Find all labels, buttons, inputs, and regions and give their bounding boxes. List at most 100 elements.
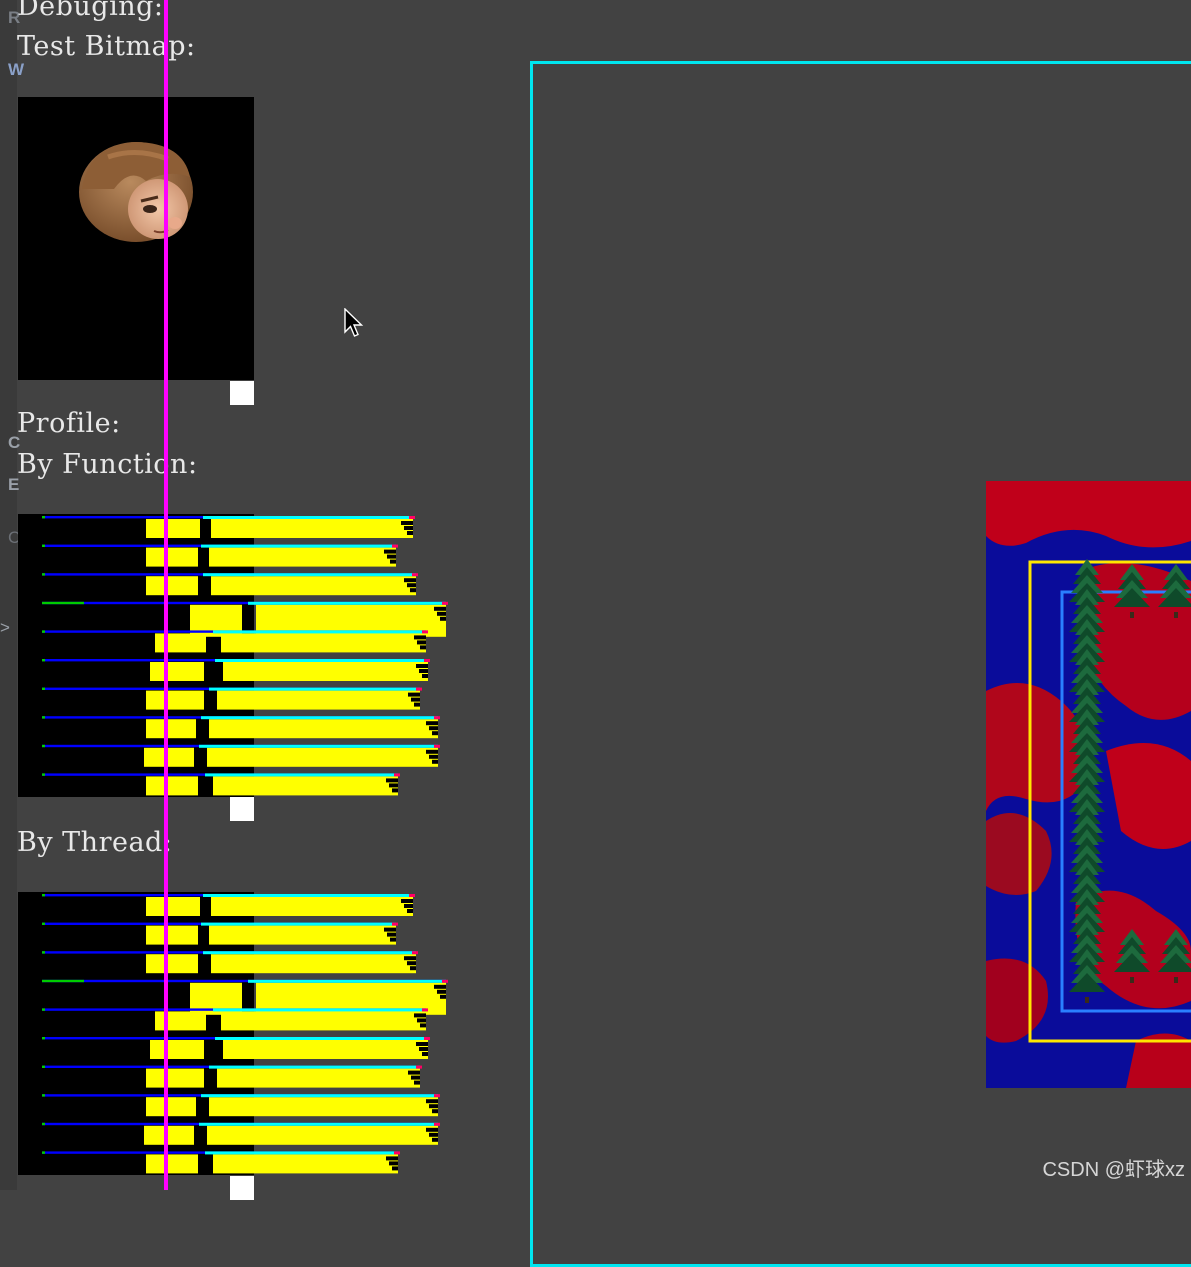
profile-block-edge: [416, 1042, 428, 1046]
profile-block-b: [211, 519, 413, 538]
profile-block-tail: [394, 773, 400, 777]
profile-block-top: [248, 979, 446, 983]
profile-block-tail: [416, 687, 422, 691]
profile-block-edge: [387, 932, 396, 937]
profile-block-top: [201, 544, 396, 548]
profile-block-edge: [414, 1013, 426, 1018]
profile-block-b: [221, 633, 426, 653]
profile-block-edge: [384, 927, 396, 932]
profile-block-tail: [424, 1037, 430, 1040]
profile-start-tick: [42, 1008, 45, 1011]
profile-start-tick: [42, 773, 45, 776]
profile-block-a: [146, 1154, 198, 1174]
profile-block-edge: [404, 904, 413, 908]
profile-block-top: [199, 1122, 438, 1126]
strip-glyph-2: W: [8, 60, 25, 79]
profile-block-edge: [420, 645, 426, 650]
profile-block-b: [211, 954, 416, 974]
profile-block-edge: [420, 1023, 426, 1028]
profile-block-a: [146, 1097, 196, 1117]
profile-start-tick: [42, 922, 45, 925]
profile-block-top: [205, 773, 398, 777]
profile-block-edge: [426, 749, 438, 754]
profile-block-edge: [422, 1052, 428, 1056]
profile-block-b: [207, 747, 438, 767]
profile-block-edge: [410, 966, 416, 971]
profile-block-tail: [394, 1151, 400, 1155]
profile-block-edge: [390, 559, 396, 564]
test-bitmap-label: Test Bitmap:: [17, 31, 196, 62]
by-function-label: By Function:: [17, 449, 198, 480]
profile-block-tail: [442, 601, 448, 605]
profile-block-top: [209, 1065, 420, 1069]
tree-trunk: [1130, 612, 1134, 618]
profile-start-tick: [42, 544, 45, 547]
profile-block-edge: [386, 1156, 398, 1161]
profile-block-tail: [434, 1122, 440, 1126]
profile-block-tail: [442, 979, 448, 983]
profile-block-a: [150, 1040, 204, 1059]
test-bitmap: [18, 97, 254, 380]
profile-start-tick: [42, 1151, 45, 1154]
profile-block-edge: [416, 664, 428, 668]
tilemap-view: [986, 481, 1191, 1088]
profile-block-b: [221, 1011, 426, 1031]
profile-block-b: [209, 925, 396, 945]
profile-block-a: [146, 519, 200, 538]
bitmap-corner-marker: [230, 381, 254, 405]
profile-block-top: [248, 601, 446, 605]
profile-block-edge: [422, 674, 428, 678]
profile-block-b: [223, 1040, 428, 1059]
profile-block-b: [213, 776, 398, 796]
profile-start-tick: [42, 744, 45, 748]
profile-block-edge: [414, 702, 420, 707]
tree-trunk: [1085, 997, 1089, 1003]
profile-block-edge: [417, 640, 426, 645]
profile-block-top: [215, 1037, 428, 1040]
profile-start-tick: [42, 659, 45, 662]
profile-block-edge: [434, 606, 446, 611]
profile-start-tick: [42, 516, 45, 519]
profile-by-function-marker: [230, 797, 254, 821]
profile-block-top: [201, 922, 396, 926]
profile-block-a: [146, 719, 196, 739]
profile-block-edge: [390, 937, 396, 942]
expand-chevron-icon[interactable]: >: [0, 618, 10, 638]
profile-start-tick: [42, 573, 45, 576]
profile-block-a: [146, 954, 198, 974]
profile-block-tail: [409, 516, 415, 519]
profile-block-edge: [410, 588, 416, 593]
profile-block-edge: [432, 1109, 438, 1114]
hero-head-sprite: [79, 142, 193, 242]
profile-start-tick: [42, 687, 45, 690]
profile-block-a: [146, 1068, 204, 1088]
profile-block-edge: [411, 697, 420, 702]
profile-block-b: [207, 1125, 438, 1145]
profile-block-tail: [434, 744, 440, 748]
profile-block-a: [155, 633, 206, 653]
profile-block-a: [146, 925, 198, 945]
profile-block-b: [211, 576, 416, 596]
profile-block-b: [209, 1097, 438, 1117]
profile-block-edge: [389, 1161, 398, 1166]
profile-label: Profile:: [17, 408, 121, 439]
profile-block-top: [205, 1151, 398, 1155]
profile-block-edge: [411, 1075, 420, 1080]
profile-block-top: [203, 894, 413, 897]
profile-block-edge: [434, 984, 446, 989]
profile-block-top: [213, 630, 426, 634]
profile-block-edge: [386, 778, 398, 783]
profile-block-edge: [407, 531, 413, 535]
profile-block-tail: [412, 951, 418, 955]
profile-block-top: [209, 687, 420, 691]
profile-block-edge: [414, 635, 426, 640]
profile-block-edge: [387, 554, 396, 559]
profile-block-edge: [432, 731, 438, 736]
profile-block-edge: [429, 1132, 438, 1137]
profile-start-tick: [42, 601, 84, 605]
profile-block-tail: [412, 573, 418, 577]
profile-block-edge: [419, 669, 428, 673]
profile-block-top: [201, 716, 438, 720]
profile-block-edge: [401, 521, 413, 525]
profile-block-edge: [429, 754, 438, 759]
